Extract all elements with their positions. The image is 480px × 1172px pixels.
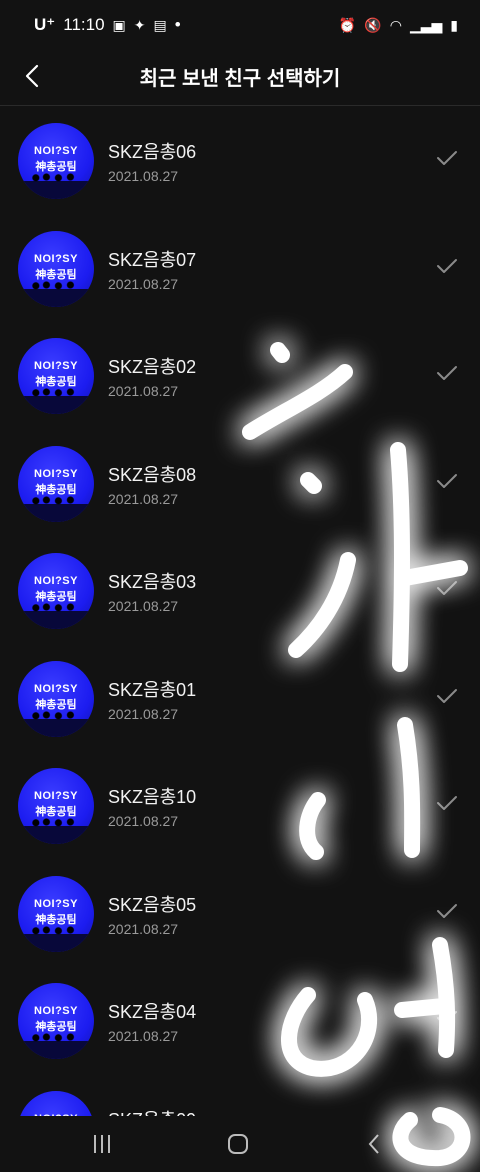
friend-date: 2021.08.27 bbox=[108, 705, 179, 722]
check-icon[interactable] bbox=[436, 150, 458, 166]
friend-name: SKZ음총09 bbox=[108, 1106, 196, 1117]
check-icon[interactable] bbox=[436, 1010, 458, 1026]
avatar-logo-text: NOI?SY bbox=[34, 145, 78, 157]
friend-row[interactable]: NOI?SY 神총공팀 SKZ음총10 2021.08.27 bbox=[0, 752, 480, 860]
alarm-icon: ⏰ bbox=[338, 17, 357, 33]
friend-avatar: NOI?SY 神총공팀 bbox=[18, 983, 94, 1059]
friend-row[interactable]: NOI?SY 神총공팀 SKZ음총06 2021.08.27 bbox=[0, 107, 480, 215]
avatar-logo-subtext: 神총공팀 bbox=[35, 698, 77, 711]
status-left: U⁺ 11:10 ▣ ✦ ▤ • bbox=[34, 15, 181, 35]
more-notifications-dot: • bbox=[174, 15, 181, 34]
battery-icon: ▮ bbox=[450, 17, 458, 33]
friend-date: 2021.08.27 bbox=[108, 383, 179, 399]
avatar-logo-text: NOI?SY bbox=[34, 682, 78, 695]
avatar-logo-text: NOI?SY bbox=[34, 1005, 78, 1017]
home-icon bbox=[228, 1134, 248, 1154]
friend-date: 2021.08.27 bbox=[108, 490, 179, 507]
gallery-notification-icon: ▣ bbox=[112, 17, 126, 33]
friend-date: 2021.08.27 bbox=[108, 275, 179, 292]
twitter-notification-icon: ✦ bbox=[133, 17, 146, 33]
friend-row[interactable]: NOI?SY 神총공팀 SKZ음총09 bbox=[0, 1075, 480, 1117]
avatar-logo-subtext: 神총공팀 bbox=[35, 1021, 77, 1033]
friend-date: 2021.08.27 bbox=[108, 1028, 179, 1044]
check-icon[interactable] bbox=[436, 473, 458, 489]
friend-date: 2021.08.27 bbox=[108, 168, 179, 184]
friend-name: SKZ음총05 bbox=[108, 894, 197, 915]
friend-name: SKZ음총10 bbox=[108, 787, 197, 807]
avatar-silhouettes bbox=[32, 388, 80, 404]
avatar-logo-text: NOI?SY bbox=[34, 790, 78, 802]
friend-avatar: NOI?SY 神총공팀 bbox=[18, 553, 94, 629]
avatar-logo-text: NOI?SY bbox=[34, 897, 78, 910]
check-icon[interactable] bbox=[436, 365, 458, 381]
recent-apps-icon bbox=[94, 1135, 110, 1153]
avatar-logo-subtext: 神총공팀 bbox=[35, 268, 77, 281]
avatar-logo-subtext: 神총공팀 bbox=[35, 161, 77, 173]
friend-avatar: NOI?SY 神총공팀 bbox=[18, 338, 94, 414]
system-nav-bar bbox=[0, 1116, 480, 1172]
friend-avatar: NOI?SY 神총공팀 bbox=[18, 768, 94, 844]
avatar-logo-subtext: 神총공팀 bbox=[35, 483, 77, 496]
friend-name: SKZ음총04 bbox=[108, 1002, 197, 1022]
friend-avatar: NOI?SY 神총공팀 bbox=[18, 445, 94, 522]
check-icon[interactable] bbox=[436, 795, 458, 811]
friend-row[interactable]: NOI?SY 神총공팀 SKZ음총02 2021.08.27 bbox=[0, 322, 480, 430]
friend-name: SKZ음총03 bbox=[108, 572, 197, 592]
friend-list[interactable]: NOI?SY 神총공팀 SKZ음총06 2021.08.27 NOI?SY 神총… bbox=[0, 107, 480, 1116]
friend-avatar: NOI?SY 神총공팀 bbox=[18, 230, 94, 307]
friend-row[interactable]: NOI?SY 神총공팀 SKZ음총05 2021.08.27 bbox=[0, 860, 480, 968]
avatar-silhouettes bbox=[32, 495, 80, 512]
signal-icon: ▁▃▅ bbox=[409, 17, 443, 33]
avatar-logo-subtext: 神총공팀 bbox=[35, 591, 77, 603]
check-icon[interactable] bbox=[436, 688, 458, 704]
message-notification-icon: ▤ bbox=[153, 17, 167, 33]
page-title: 최근 보낸 친구 선택하기 bbox=[139, 68, 341, 90]
avatar-silhouettes bbox=[32, 603, 80, 619]
friend-avatar: NOI?SY 神총공팀 bbox=[18, 875, 94, 952]
friend-date: 2021.08.27 bbox=[108, 598, 179, 614]
avatar-silhouettes bbox=[32, 1033, 80, 1049]
avatar-silhouettes bbox=[32, 710, 80, 727]
friend-avatar: NOI?SY 神총공팀 bbox=[18, 660, 94, 737]
app-bar: 최근 보낸 친구 선택하기 bbox=[0, 50, 480, 106]
friend-date: 2021.08.27 bbox=[108, 813, 179, 829]
avatar-logo-text: NOI?SY bbox=[34, 252, 78, 265]
friend-name: SKZ음총02 bbox=[108, 357, 197, 377]
avatar-silhouettes bbox=[32, 173, 80, 189]
avatar-logo-subtext: 神총공팀 bbox=[35, 806, 77, 818]
avatar-logo-text: NOI?SY bbox=[34, 360, 78, 372]
friend-avatar: NOI?SY 神총공팀 bbox=[18, 123, 94, 199]
recent-apps-button[interactable] bbox=[72, 1124, 132, 1164]
check-icon[interactable] bbox=[436, 580, 458, 596]
avatar-logo-text: NOI?SY bbox=[34, 575, 78, 587]
friend-name: SKZ음총01 bbox=[108, 679, 197, 700]
nav-back-button[interactable] bbox=[344, 1124, 404, 1164]
friend-name: SKZ음총08 bbox=[108, 464, 197, 485]
friend-row[interactable]: NOI?SY 神총공팀 SKZ음총01 2021.08.27 bbox=[0, 645, 480, 753]
back-icon bbox=[368, 1134, 379, 1154]
avatar-silhouettes bbox=[32, 280, 80, 297]
status-right: ⏰ 🔇 ◠ ▁▃▅ ▮ bbox=[339, 18, 458, 32]
avatar-logo-subtext: 神총공팀 bbox=[35, 376, 77, 388]
home-button[interactable] bbox=[208, 1124, 268, 1164]
friend-row[interactable]: NOI?SY 神총공팀 SKZ음총04 2021.08.27 bbox=[0, 967, 480, 1075]
avatar-silhouettes bbox=[32, 925, 80, 942]
friend-date: 2021.08.27 bbox=[108, 920, 179, 937]
friend-row[interactable]: NOI?SY 神총공팀 SKZ음총07 2021.08.27 bbox=[0, 215, 480, 323]
wifi-icon: ◠ bbox=[389, 17, 402, 33]
friend-name: SKZ음총06 bbox=[108, 142, 197, 162]
friend-row[interactable]: NOI?SY 神총공팀 SKZ음총03 2021.08.27 bbox=[0, 537, 480, 645]
clock: 11:10 bbox=[63, 15, 105, 34]
avatar-logo-subtext: 神총공팀 bbox=[35, 913, 77, 926]
check-icon[interactable] bbox=[436, 258, 458, 274]
avatar-logo-text: NOI?SY bbox=[34, 467, 78, 480]
mute-icon: 🔇 bbox=[364, 17, 382, 33]
status-bar: U⁺ 11:10 ▣ ✦ ▤ • ⏰ 🔇 ◠ ▁▃▅ ▮ bbox=[0, 0, 480, 50]
carrier-label: U⁺ bbox=[34, 15, 56, 34]
friend-name: SKZ음총07 bbox=[108, 249, 197, 270]
friend-avatar: NOI?SY 神총공팀 bbox=[18, 1090, 94, 1116]
friend-row[interactable]: NOI?SY 神총공팀 SKZ음총08 2021.08.27 bbox=[0, 430, 480, 538]
check-icon[interactable] bbox=[436, 903, 458, 919]
avatar-silhouettes bbox=[32, 818, 80, 834]
